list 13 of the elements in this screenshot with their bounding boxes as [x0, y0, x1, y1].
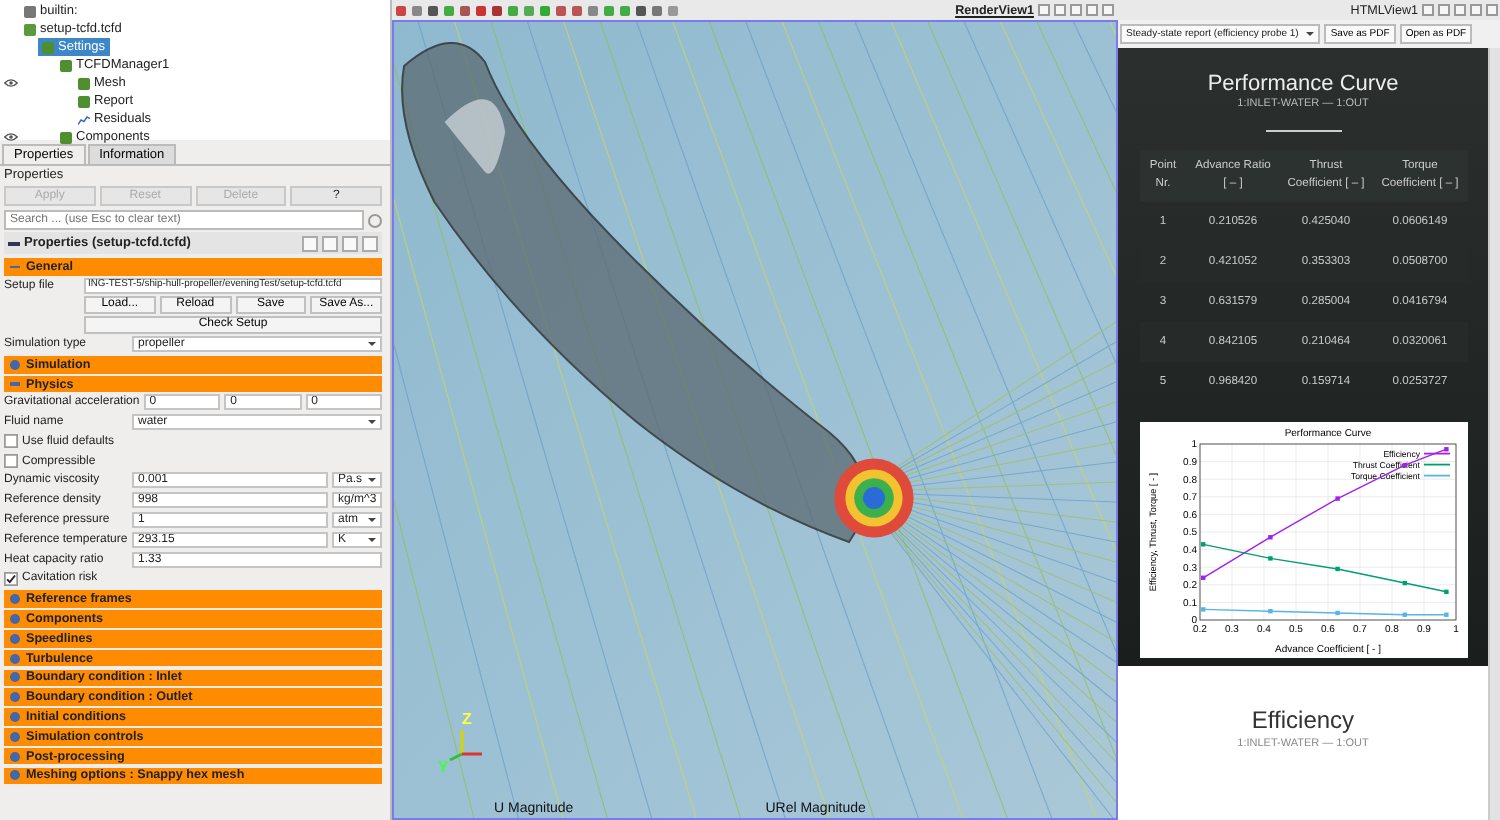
axis-label: Z [462, 710, 472, 728]
checkbox[interactable] [4, 454, 18, 469]
checkbox[interactable] [4, 434, 18, 449]
settings-icon[interactable] [368, 213, 382, 227]
report-title: Performance Curve [1207, 72, 1399, 96]
axis-label: Y [438, 758, 449, 776]
eye-icon[interactable] [3, 78, 17, 88]
scrollbar[interactable] [1488, 48, 1500, 820]
axes-icon [446, 726, 486, 766]
section-title: Efficiency [1251, 706, 1355, 734]
checkbox[interactable] [4, 571, 18, 586]
propeller-drawing [830, 454, 918, 542]
eye-icon[interactable] [3, 132, 17, 142]
